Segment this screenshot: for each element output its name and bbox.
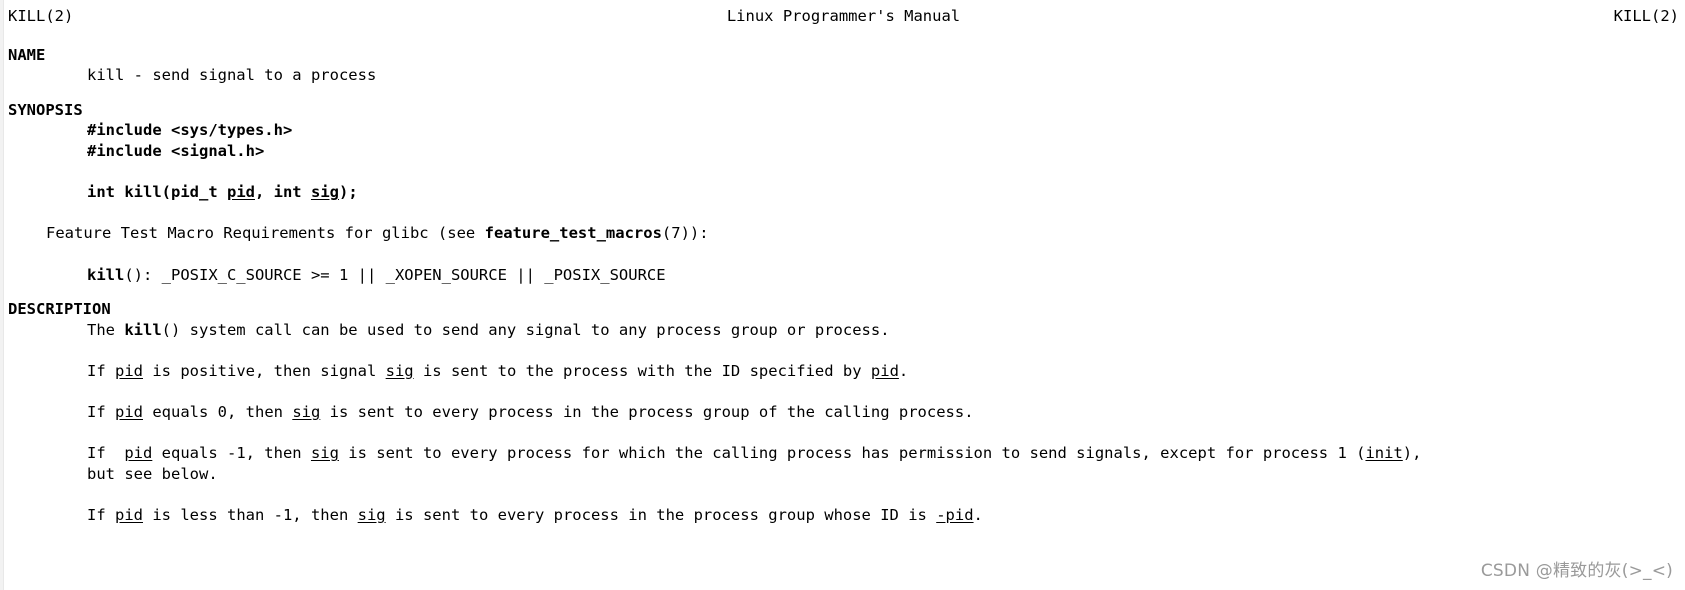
para2-u-pid-2: pid [870, 361, 899, 380]
para4-s1: If [87, 444, 125, 463]
man-page-header: KILL(2) Linux Programmer's Manual KILL(2… [8, 6, 1679, 27]
section-heading-description: DESCRIPTION [8, 300, 111, 319]
synopsis-include-signal: #include <signal.h> [8, 141, 1679, 162]
para2-s3: is sent to the process with the ID speci… [413, 361, 871, 380]
para5-u-sig: sig [357, 506, 386, 525]
para4-u-sig: sig [310, 444, 339, 463]
description-paragraph-4-line2: but see below. [87, 464, 218, 483]
para4-u-init: init [1365, 444, 1403, 463]
prototype-arg-sig: sig [310, 183, 339, 202]
header-center-title: Linux Programmer's Manual [726, 7, 961, 25]
section-heading-name: NAME [8, 45, 46, 64]
description-paragraph-5: If pid is less than -1, then sig is sent… [8, 505, 1679, 526]
include-signal-text: #include <signal.h> [87, 141, 265, 160]
description-paragraph-2: If pid is positive, then signal sig is s… [8, 361, 1679, 382]
section-name: NAME kill - send signal to a process [8, 45, 1679, 86]
man-page: KILL(2) Linux Programmer's Manual KILL(2… [0, 0, 1685, 590]
para3-u-sig: sig [292, 403, 321, 422]
header-left-title: KILL(2) [8, 7, 74, 25]
prototype-arg-pid: pid [226, 183, 255, 202]
feature-test-macro-line: Feature Test Macro Requirements for glib… [8, 223, 1679, 244]
para1-post: () system call can be used to send any s… [161, 320, 890, 339]
para5-s3: is sent to every process in the process … [385, 506, 937, 525]
para4-u-pid: pid [124, 444, 153, 463]
synopsis-include-types: #include <sys/types.h> [8, 120, 1679, 141]
prototype-post: ); [338, 183, 358, 202]
csdn-watermark: CSDN @精致的灰(>_<) [1481, 561, 1673, 582]
para5-s2: is less than -1, then [143, 506, 358, 525]
description-paragraph-4: If pid equals -1, then sig is sent to ev… [8, 443, 1679, 464]
para5-s1: If [87, 506, 115, 525]
synopsis-prototype: int kill(pid_t pid, int sig); [8, 182, 1679, 203]
para3-u-pid: pid [115, 403, 143, 422]
prototype-mid: , int [254, 183, 311, 202]
para1-pre: The [87, 320, 125, 339]
name-description: kill - send signal to a process [87, 66, 377, 85]
description-paragraph-1: The kill() system call can be used to se… [8, 320, 1679, 341]
para3-s3: is sent to every process in the process … [320, 403, 974, 422]
para1-bold-kill: kill [124, 320, 162, 339]
para5-u-negpid: -pid [936, 506, 974, 525]
para4-s3: is sent to every process for which the c… [338, 444, 1366, 463]
watermark-username: 精致的灰(>_<) [1552, 561, 1673, 582]
para2-s1: If [87, 361, 115, 380]
para2-u-pid-1: pid [115, 361, 143, 380]
para2-s4: . [898, 361, 909, 380]
para5-s4: . [973, 506, 983, 525]
para4-s2: equals -1, then [152, 444, 311, 463]
include-types-text: #include <sys/types.h> [87, 121, 293, 140]
para3-s1: If [87, 403, 115, 422]
feature-macro-post: (7)): [661, 224, 709, 243]
description-paragraph-3: If pid equals 0, then sig is sent to eve… [8, 402, 1679, 423]
section-synopsis: SYNOPSIS #include <sys/types.h> #include… [8, 100, 1679, 285]
para4-s4: ), [1402, 444, 1422, 463]
section-heading-synopsis: SYNOPSIS [8, 100, 83, 119]
header-right-title: KILL(2) [1613, 7, 1679, 25]
feature-macro-pre: Feature Test Macro Requirements for glib… [46, 224, 485, 243]
para2-u-sig: sig [385, 361, 414, 380]
section-description: DESCRIPTION The kill() system call can b… [8, 299, 1679, 526]
feature-macro-bold: feature_test_macros [484, 224, 662, 243]
posix-rest: (): _POSIX_C_SOURCE >= 1 || _XOPEN_SOURC… [124, 265, 666, 284]
prototype-pre: int kill(pid_t [87, 183, 227, 202]
posix-requirements-line: kill(): _POSIX_C_SOURCE >= 1 || _XOPEN_S… [8, 265, 1679, 286]
para5-u-pid: pid [115, 506, 143, 525]
para2-s2: is positive, then signal [143, 361, 386, 380]
watermark-brand: CSDN @ [1480, 561, 1553, 582]
posix-kill-bold: kill [87, 265, 125, 284]
para3-s2: equals 0, then [143, 403, 293, 422]
